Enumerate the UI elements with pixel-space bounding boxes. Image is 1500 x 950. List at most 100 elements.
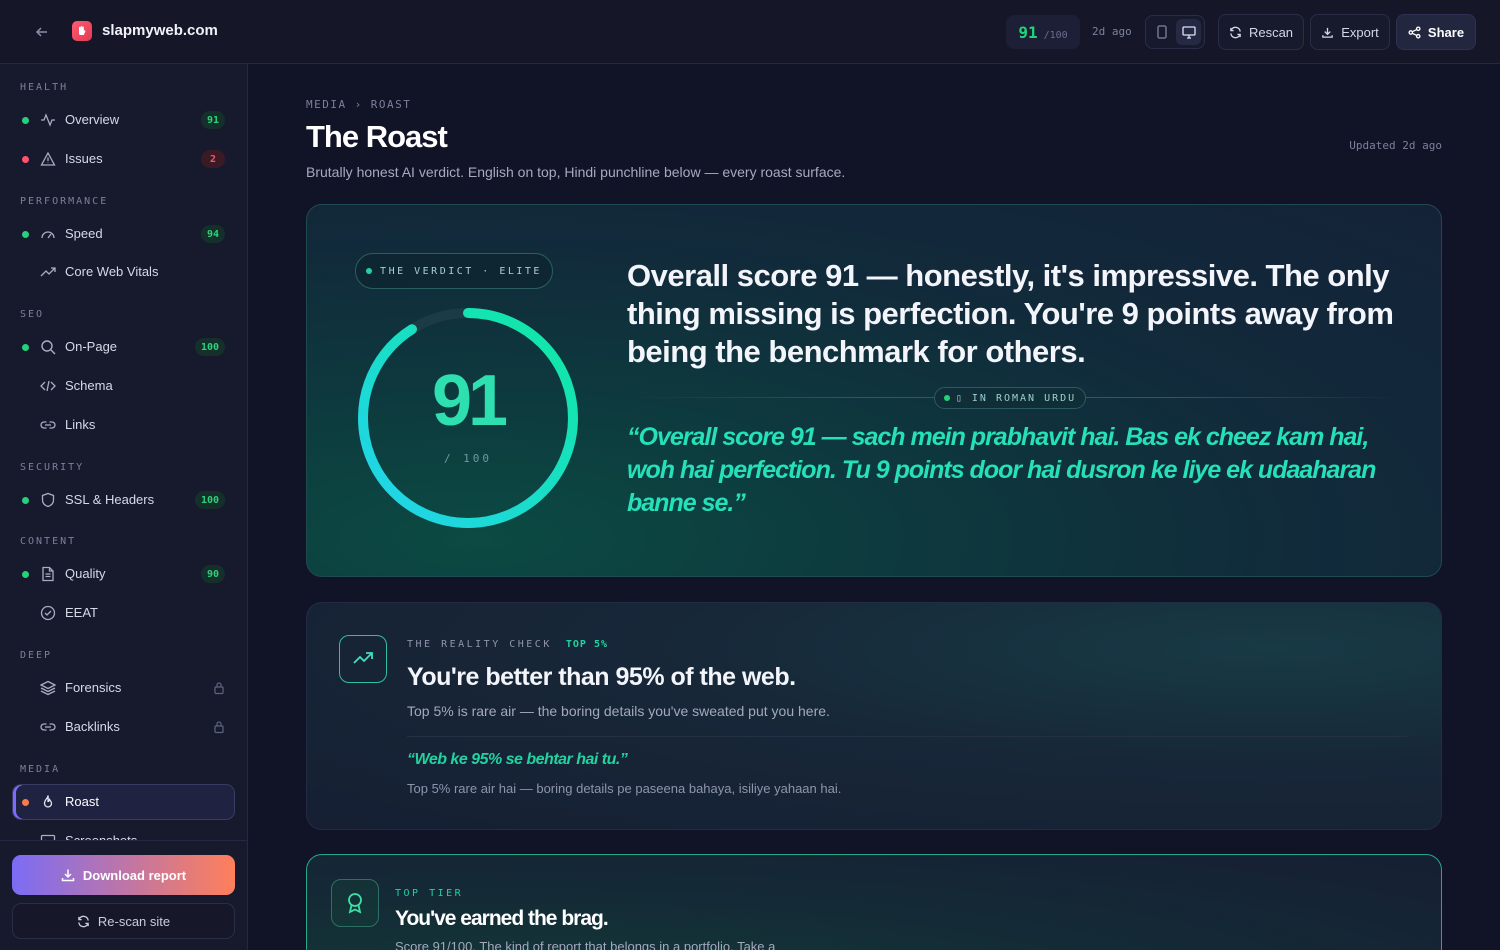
sidebar-item-label: Quality: [65, 566, 106, 581]
status-dot: [22, 571, 29, 578]
mobile-view-icon[interactable]: [1149, 19, 1174, 45]
sidebar-item-label: Core Web Vitals: [65, 264, 159, 279]
scan-age: 2d ago: [1092, 25, 1132, 38]
sidebar-item-speed[interactable]: Speed 94: [12, 216, 235, 252]
gauge-icon: [40, 226, 56, 242]
lock-icon: [213, 720, 225, 734]
trending-up-icon: [339, 635, 387, 683]
status-badge: 100: [194, 338, 225, 356]
sidebar-item-ssl-headers[interactable]: SSL & Headers 100: [12, 482, 235, 518]
sidebar-item-issues[interactable]: Issues 2: [12, 141, 235, 177]
layers-icon: [39, 680, 57, 696]
top-tier-title: You've earned the brag.: [395, 907, 609, 930]
sidebar-item-forensics[interactable]: Forensics: [12, 670, 235, 706]
reality-roman-urdu: “Web ke 95% se behtar hai tu.”: [407, 751, 628, 768]
activity-icon: [40, 112, 56, 128]
status-dot: [22, 117, 29, 124]
section-deep: DEEP: [20, 650, 53, 661]
export-button[interactable]: Export: [1310, 14, 1390, 50]
code-icon: [40, 378, 56, 394]
status-badge: 91: [200, 111, 225, 129]
download-report-button[interactable]: Download report: [12, 855, 235, 895]
sidebar-item-label: Schema: [65, 378, 113, 393]
refresh-icon: [1229, 26, 1242, 39]
main-content: MEDIA › ROAST The Roast Brutally honest …: [248, 64, 1500, 950]
rescan-label: Rescan: [1248, 24, 1294, 40]
sidebar-item-on-page[interactable]: On-Page 100: [12, 329, 235, 365]
verdict-pill-label: THE VERDICT · ELITE: [380, 265, 542, 277]
sidebar-item-label: Speed: [65, 226, 103, 241]
site-name: slapmyweb.com: [102, 22, 218, 39]
updated-timestamp: Updated 2d ago: [1349, 139, 1442, 152]
shield-icon: [40, 492, 56, 508]
reality-subtitle: Top 5% is rare air — the boring details …: [407, 703, 830, 719]
sidebar-item-core-web-vitals[interactable]: Core Web Vitals: [12, 254, 235, 290]
device-toggle: [1145, 15, 1205, 49]
back-arrow-icon[interactable]: [30, 20, 54, 44]
download-icon: [61, 868, 75, 882]
status-badge: 100: [194, 491, 225, 509]
sidebar-item-label: EEAT: [65, 605, 98, 620]
verdict-roman-urdu: “Overall score 91 — sach mein prabhavit …: [627, 423, 1376, 517]
language-pill-label: ▯ IN ROMAN URDU: [955, 392, 1077, 404]
share-icon: [1408, 25, 1421, 39]
verdict-english: Overall score 91 — honestly, it's impres…: [627, 258, 1394, 369]
status-dot: [22, 799, 29, 806]
share-button[interactable]: Share: [1396, 14, 1476, 50]
rescan-button[interactable]: Rescan: [1218, 14, 1304, 50]
page-title: The Roast: [306, 119, 448, 154]
reality-check-card: THE REALITY CHECK TOP 5% You're better t…: [306, 602, 1442, 830]
document-icon: [40, 566, 56, 582]
language-pill: ▯ IN ROMAN URDU: [934, 387, 1086, 409]
chevron-right-icon: ›: [354, 98, 363, 111]
download-report-label: Download report: [82, 867, 187, 883]
download-icon: [1321, 26, 1334, 39]
sidebar: HEALTH Overview 91 Issues 2 PERFORMANCE …: [0, 64, 248, 950]
verdict-pill: THE VERDICT · ELITE: [355, 253, 553, 289]
top-tier-subtitle: Score 91/100. The kind of report that be…: [395, 939, 776, 950]
status-dot: [943, 395, 950, 401]
search-icon: [40, 339, 56, 355]
divider: [407, 736, 1407, 737]
reality-title: You're better than 95% of the web.: [407, 663, 796, 691]
breadcrumb: MEDIA › ROAST: [306, 98, 411, 111]
section-performance: PERFORMANCE: [20, 196, 109, 207]
sidebar-item-quality[interactable]: Quality 90: [12, 556, 235, 592]
section-content: CONTENT: [20, 536, 77, 547]
top-percent-tag: TOP 5%: [565, 639, 608, 650]
rescan-site-button[interactable]: Re-scan site: [12, 903, 235, 939]
sidebar-item-overview[interactable]: Overview 91: [12, 102, 235, 138]
breadcrumb-current: ROAST: [370, 98, 412, 111]
sidebar-item-label: Forensics: [65, 680, 122, 695]
sidebar-item-label: Roast: [65, 794, 99, 809]
sidebar-item-links[interactable]: Links: [12, 407, 235, 443]
lock-icon: [213, 681, 225, 695]
reality-eyebrow: THE REALITY CHECK TOP 5%: [407, 639, 608, 650]
verdict-card: THE VERDICT · ELITE 91 / 100 Overall sco…: [306, 204, 1442, 577]
sidebar-item-label: Issues: [65, 151, 103, 166]
sidebar-item-label: SSL & Headers: [65, 492, 155, 507]
rescan-site-label: Re-scan site: [97, 913, 171, 929]
status-badge: 90: [200, 565, 225, 583]
trend-icon: [40, 264, 56, 280]
sidebar-footer: Download report Re-scan site: [0, 840, 247, 950]
refresh-icon: [77, 915, 90, 928]
sidebar-item-eeat[interactable]: EEAT: [12, 595, 235, 631]
breadcrumb-parent[interactable]: MEDIA: [306, 98, 347, 111]
status-badge: 94: [200, 225, 225, 243]
score-pill: 91 /100: [1006, 15, 1080, 49]
flame-icon: [40, 794, 56, 810]
sidebar-item-label: Links: [65, 417, 96, 432]
desktop-view-icon[interactable]: [1176, 19, 1201, 45]
sidebar-item-backlinks[interactable]: Backlinks: [12, 709, 235, 745]
top-tier-card: TOP TIER You've earned the brag. Score 9…: [306, 854, 1442, 950]
sidebar-item-roast[interactable]: Roast: [12, 784, 235, 820]
sidebar-item-schema[interactable]: Schema: [12, 368, 235, 404]
sidebar-item-label: Overview: [65, 112, 120, 127]
status-dot: [22, 156, 29, 163]
status-badge: 2: [201, 150, 225, 168]
sidebar-item-screenshots[interactable]: Screenshots: [12, 823, 235, 841]
top-bar: slapmyweb.com 91 /100 2d ago Rescan Expo…: [0, 0, 1500, 64]
status-dot: [22, 497, 29, 504]
status-dot: [22, 344, 29, 351]
